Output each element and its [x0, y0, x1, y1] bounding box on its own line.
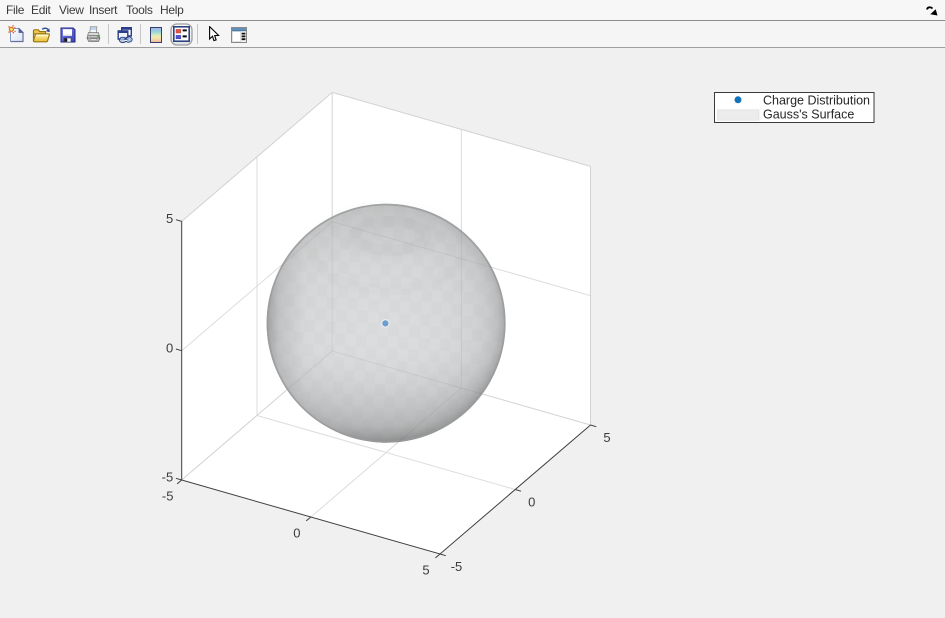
svg-text:-5: -5 [162, 489, 174, 504]
svg-text:Charge Distribution: Charge Distribution [763, 94, 870, 108]
svg-text:5: 5 [422, 563, 429, 578]
svg-text:0: 0 [528, 494, 535, 509]
svg-text:-5: -5 [162, 470, 174, 485]
svg-text:-5: -5 [451, 559, 463, 574]
svg-text:5: 5 [603, 430, 610, 445]
svg-text:0: 0 [293, 526, 300, 541]
svg-text:0: 0 [166, 340, 173, 355]
svg-text:5: 5 [166, 211, 173, 226]
svg-text:Gauss's Surface: Gauss's Surface [763, 108, 854, 122]
